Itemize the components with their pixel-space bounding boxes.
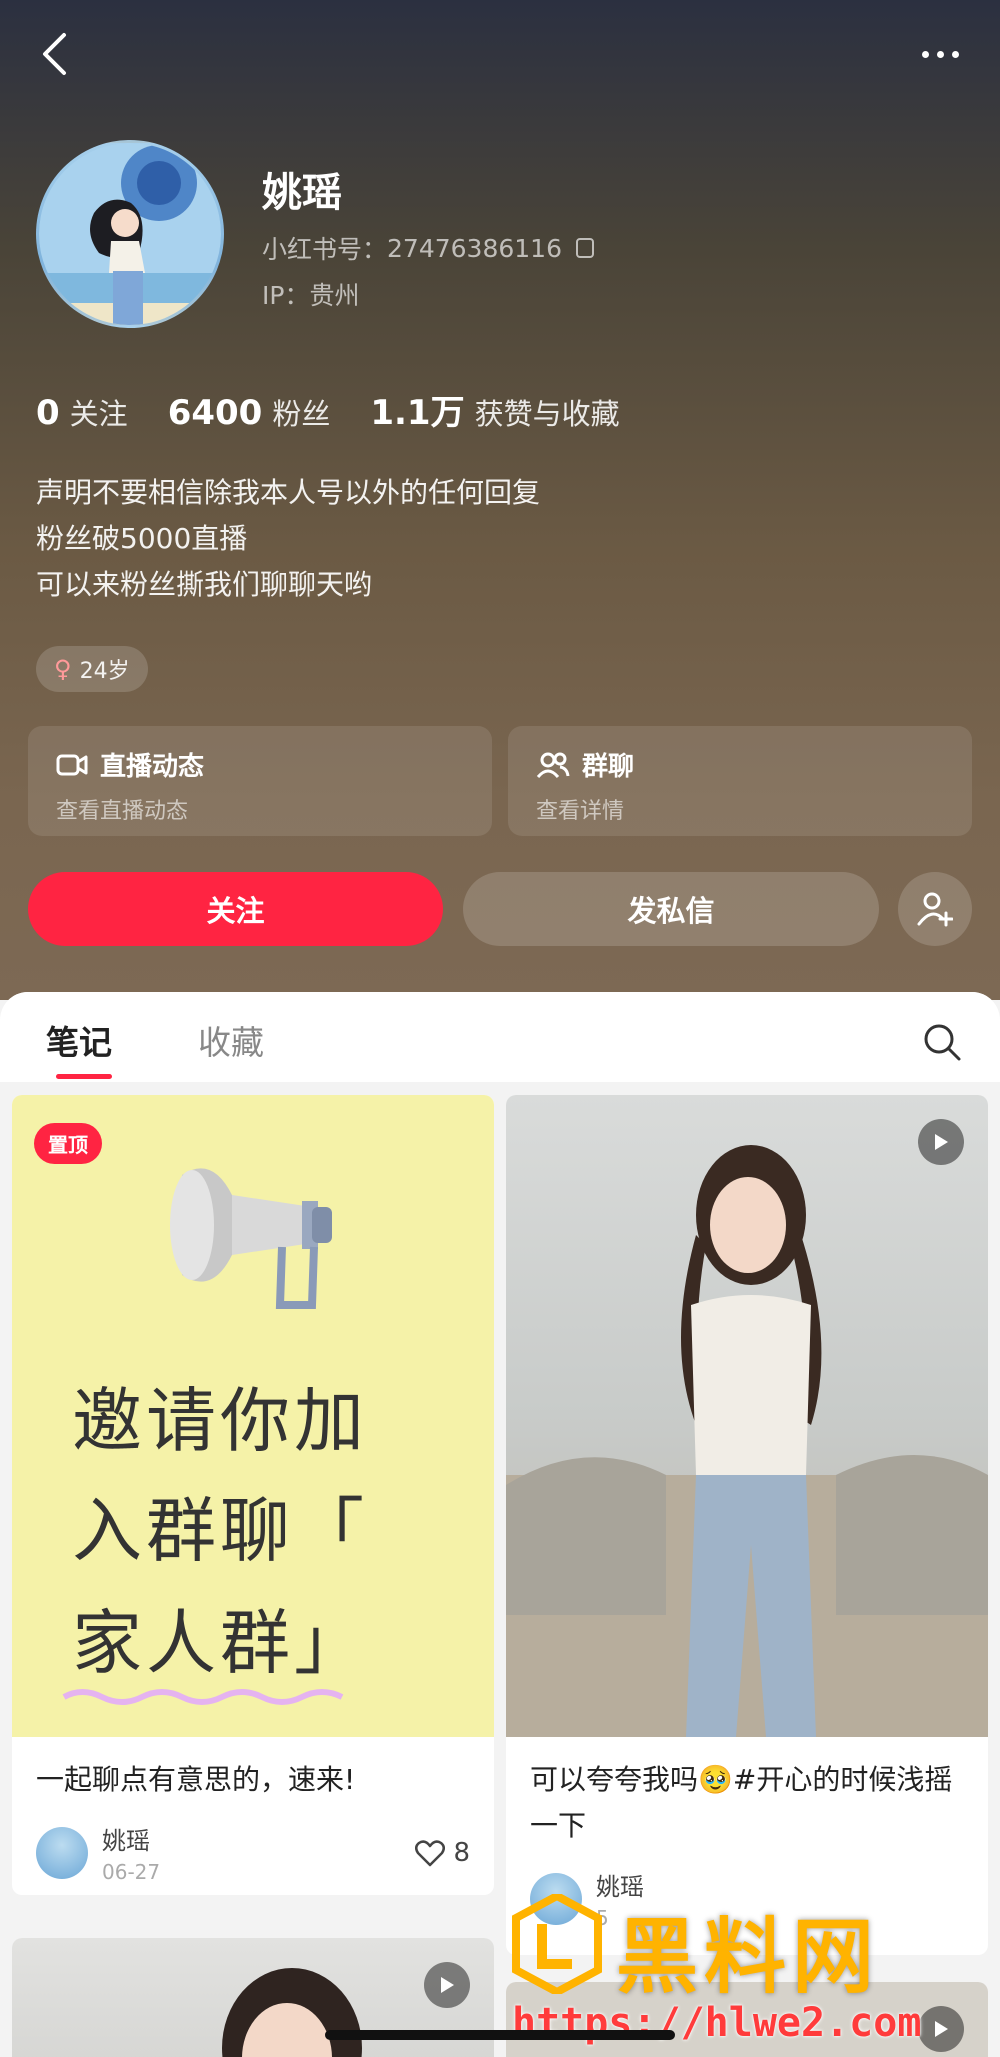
stat-following-count: 0: [36, 393, 60, 433]
profile-name: 姚瑶: [262, 170, 342, 216]
stat-following[interactable]: 0 关注: [36, 391, 128, 433]
author-avatar[interactable]: [36, 1826, 88, 1879]
note-footer: 姚瑶 06-27 8: [12, 1803, 494, 1895]
add-user-icon: [917, 892, 953, 927]
photo-placeholder: [506, 1145, 988, 1737]
add-friend-button[interactable]: [898, 872, 972, 946]
live-card-title: 直播动态: [100, 752, 205, 782]
bio-line: 声明不要相信除我本人号以外的任何回复: [36, 476, 541, 509]
bio-line: 粉丝破5000直播: [36, 522, 248, 555]
stat-following-label: 关注: [69, 397, 128, 431]
pinned-badge: 置顶: [34, 1123, 102, 1164]
female-icon: ♀: [54, 655, 72, 683]
note-title: 可以夸夸我吗🥹#开心的时候浅摇一下: [530, 1763, 953, 1842]
group-users-icon: [536, 752, 570, 778]
heart-icon: [415, 1839, 446, 1866]
active-tab-indicator: [56, 1074, 112, 1079]
stat-followers[interactable]: 6400 粉丝: [168, 391, 331, 433]
author-info: 姚瑶 06-27: [102, 1821, 160, 1884]
cover-text-line: 入群聊「: [72, 1490, 368, 1572]
live-updates-card[interactable]: 直播动态 查看直播动态: [28, 726, 492, 836]
watermark-logo: [512, 1894, 602, 1994]
megaphone-icon: [170, 1168, 332, 1309]
cover-text-line: 家人群」: [72, 1602, 368, 1684]
home-indicator[interactable]: [325, 2030, 675, 2040]
profile-stats: 0 关注 6400 粉丝 1.1万 获赞与收藏: [36, 385, 620, 434]
video-camera-icon: [56, 754, 88, 775]
profile-bio: 声明不要相信除我本人号以外的任何回复 粉丝破5000直播 可以来粉丝撕我们聊聊天…: [36, 470, 540, 608]
copy-icon[interactable]: [575, 238, 594, 258]
stat-likes-count: 1.1万: [370, 393, 465, 433]
live-card-subtitle: 查看直播动态: [56, 799, 189, 824]
profile-ip-location: IP：贵州: [262, 281, 360, 310]
group-card-title-row: 群聊: [536, 746, 944, 783]
chevron-left-icon: [43, 33, 66, 75]
stat-followers-count: 6400: [167, 393, 263, 433]
tab-notes[interactable]: 笔记: [46, 1016, 112, 1064]
stat-followers-label: 粉丝: [272, 397, 331, 431]
note-card[interactable]: 置顶 邀请你加 入群聊「 家人群」 一起聊点有意思的，速来! 姚瑶 06-27: [12, 1095, 494, 1895]
note-cover-image: [506, 1095, 988, 1737]
group-chat-card[interactable]: 群聊 查看详情: [508, 726, 972, 836]
search-icon[interactable]: [922, 1022, 962, 1062]
content-tabs: 笔记 收藏: [0, 992, 1000, 1082]
stat-likes-label: 获赞与收藏: [474, 397, 620, 431]
group-card-title: 群聊: [582, 752, 635, 782]
wavy-underline: [62, 1689, 344, 1705]
age-gender-tag: ♀ 24岁: [36, 646, 148, 692]
profile-id-value: 27476386116: [387, 233, 562, 263]
send-message-button[interactable]: 发私信: [463, 872, 879, 946]
more-dot-icon: [951, 50, 959, 58]
profile-avatar[interactable]: [36, 140, 224, 328]
follow-button[interactable]: 关注: [28, 872, 443, 946]
profile-id-label: 小红书号：: [262, 235, 388, 264]
stat-likes[interactable]: 1.1万 获赞与收藏: [370, 385, 619, 434]
age-label: 24岁: [79, 659, 130, 684]
note-date: 06-27: [102, 1860, 161, 1884]
site-watermark: 黑料网 https://hlwe2.com: [512, 1884, 992, 2054]
more-dot-icon: [921, 50, 929, 58]
like-button[interactable]: 8: [415, 1838, 470, 1868]
avatar-illustration: [39, 143, 221, 325]
watermark-title: 黑料网: [616, 1910, 881, 2005]
cover-text-line: 邀请你加: [72, 1380, 368, 1462]
tab-favorites[interactable]: 收藏: [198, 1016, 264, 1064]
more-options-button[interactable]: [910, 30, 970, 78]
profile-id: 小红书号： 27476386116: [262, 230, 594, 266]
back-button[interactable]: [30, 30, 78, 78]
group-card-subtitle: 查看详情: [536, 799, 625, 824]
more-dot-icon: [936, 50, 944, 58]
author-name: 姚瑶: [102, 1827, 150, 1855]
note-title: 一起聊点有意思的，速来!: [36, 1763, 356, 1796]
bio-line: 可以来粉丝撕我们聊聊天哟: [36, 568, 373, 601]
note-cover-image: 置顶 邀请你加 入群聊「 家人群」: [12, 1095, 494, 1737]
top-bar: [0, 20, 1000, 90]
live-card-title-row: 直播动态: [56, 746, 464, 783]
note-card[interactable]: 可以夸夸我吗🥹#开心的时候浅摇一下 姚瑶 5: [506, 1095, 988, 1955]
like-count: 8: [453, 1837, 470, 1868]
